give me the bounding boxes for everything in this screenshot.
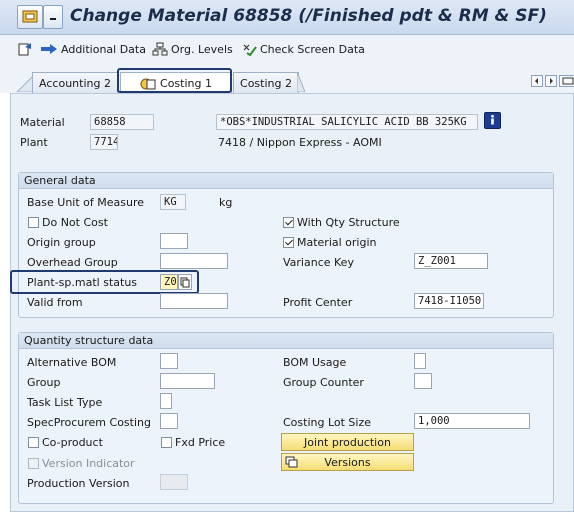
do-not-cost-box[interactable] bbox=[28, 217, 39, 228]
group-field[interactable] bbox=[160, 373, 215, 389]
arrow-right-icon bbox=[41, 44, 57, 54]
base-uom-field[interactable]: KG bbox=[160, 194, 186, 210]
material-origin-checkbox[interactable]: Material origin bbox=[283, 236, 377, 249]
dropdown-icon bbox=[50, 18, 56, 20]
chevron-right-icon bbox=[550, 78, 553, 84]
quantity-structure-title: Quantity structure data bbox=[19, 333, 553, 349]
plant-label: Plant bbox=[20, 136, 48, 149]
costing-lot-size-label: Costing Lot Size bbox=[283, 416, 372, 429]
tab-scroll-left-button[interactable] bbox=[531, 75, 543, 87]
check-icon bbox=[243, 44, 257, 56]
profit-center-field[interactable]: 7418-I1050 bbox=[414, 293, 484, 309]
tab-costing-2-label: Costing 2 bbox=[240, 76, 292, 90]
material-description-field[interactable]: *OBS*INDUSTRIAL SALICYLIC ACID BB 325KG bbox=[216, 114, 478, 130]
material-origin-label: Material origin bbox=[297, 236, 377, 249]
additional-data-button[interactable]: Additional Data bbox=[40, 41, 146, 57]
display-change-icon bbox=[18, 43, 31, 56]
chevron-left-icon bbox=[535, 78, 538, 84]
dropdown-button[interactable] bbox=[43, 5, 63, 29]
material-origin-box[interactable] bbox=[283, 237, 294, 248]
production-version-field bbox=[160, 474, 188, 490]
variance-key-field[interactable]: Z_Z001 bbox=[414, 253, 488, 269]
origin-group-label: Origin group bbox=[27, 236, 96, 249]
bom-usage-field[interactable] bbox=[414, 353, 426, 369]
version-indicator-box bbox=[28, 458, 39, 469]
page-title: Change Material 68858 (/Finished pdt & R… bbox=[70, 6, 547, 26]
versions-icon bbox=[285, 456, 298, 468]
task-list-type-field[interactable] bbox=[160, 393, 172, 409]
co-product-checkbox[interactable]: Co-product bbox=[28, 436, 103, 449]
plant-field[interactable]: 7714 bbox=[90, 134, 118, 150]
with-qty-structure-checkbox[interactable]: With Qty Structure bbox=[283, 216, 400, 229]
tab-costing-2[interactable]: Costing 2 bbox=[233, 72, 299, 93]
info-icon bbox=[491, 114, 494, 125]
info-button[interactable] bbox=[484, 112, 501, 129]
fxd-price-label: Fxd Price bbox=[175, 436, 226, 449]
joint-production-button[interactable]: Joint production bbox=[281, 433, 414, 451]
tab-list-button[interactable] bbox=[559, 75, 574, 87]
group-counter-label: Group Counter bbox=[283, 376, 364, 389]
with-qty-structure-box[interactable] bbox=[283, 217, 294, 228]
origin-group-field[interactable] bbox=[160, 233, 188, 249]
overhead-group-label: Overhead Group bbox=[27, 256, 118, 269]
group-counter-field[interactable] bbox=[414, 373, 432, 389]
versions-label: Versions bbox=[324, 455, 371, 469]
version-indicator-checkbox: Version Indicator bbox=[28, 457, 135, 470]
valid-from-label: Valid from bbox=[27, 296, 83, 309]
base-uom-label: Base Unit of Measure bbox=[27, 196, 145, 209]
org-levels-button[interactable]: Org. Levels bbox=[152, 41, 233, 57]
plant-description: 7418 / Nippon Express - AOMI bbox=[218, 136, 382, 149]
do-not-cost-checkbox[interactable]: Do Not Cost bbox=[28, 216, 108, 229]
task-list-type-label: Task List Type bbox=[27, 396, 103, 409]
material-field[interactable]: 68858 bbox=[90, 114, 154, 130]
costing-lot-size-field[interactable]: 1,000 bbox=[414, 413, 530, 429]
co-product-box[interactable] bbox=[28, 437, 39, 448]
tab-scroll-right-button[interactable] bbox=[545, 75, 557, 87]
valid-from-field[interactable] bbox=[160, 293, 228, 309]
co-product-label: Co-product bbox=[42, 436, 103, 449]
group-label: Group bbox=[27, 376, 61, 389]
additional-data-label: Additional Data bbox=[61, 42, 146, 56]
plant-status-highlight-frame bbox=[10, 270, 199, 294]
tab-accounting-2-label: Accounting 2 bbox=[39, 76, 111, 90]
bom-usage-label: BOM Usage bbox=[283, 356, 347, 369]
org-levels-icon bbox=[152, 42, 168, 56]
transaction-menu-button[interactable] bbox=[17, 5, 43, 29]
org-levels-label: Org. Levels bbox=[171, 42, 233, 56]
profit-center-label: Profit Center bbox=[283, 296, 353, 309]
fxd-price-checkbox[interactable]: Fxd Price bbox=[161, 436, 225, 449]
tab-list-icon bbox=[562, 77, 574, 85]
variance-key-label: Variance Key bbox=[283, 256, 354, 269]
with-qty-structure-label: With Qty Structure bbox=[297, 216, 400, 229]
general-data-title: General data bbox=[19, 173, 553, 189]
tab-highlight-frame bbox=[117, 68, 232, 93]
spec-procurem-field[interactable] bbox=[160, 413, 178, 429]
base-uom-text: kg bbox=[219, 196, 233, 209]
version-indicator-label: Version Indicator bbox=[42, 457, 135, 470]
do-not-cost-label: Do Not Cost bbox=[42, 216, 108, 229]
display-change-button[interactable] bbox=[17, 41, 33, 60]
spec-procurem-label: SpecProcurem Costing bbox=[27, 416, 151, 429]
tab-edge bbox=[296, 71, 306, 93]
fxd-price-box[interactable] bbox=[161, 437, 172, 448]
check-screen-data-label: Check Screen Data bbox=[260, 42, 365, 56]
tab-accounting-2[interactable]: Accounting 2 bbox=[32, 72, 118, 93]
menu-icon bbox=[22, 10, 38, 23]
production-version-label: Production Version bbox=[27, 477, 130, 490]
joint-production-label: Joint production bbox=[304, 435, 391, 449]
versions-button[interactable]: Versions bbox=[281, 453, 414, 471]
material-label: Material bbox=[20, 116, 65, 129]
overhead-group-field[interactable] bbox=[160, 253, 228, 269]
alt-bom-label: Alternative BOM bbox=[27, 356, 117, 369]
check-screen-data-button[interactable]: Check Screen Data bbox=[241, 41, 365, 57]
alt-bom-field[interactable] bbox=[160, 353, 178, 369]
